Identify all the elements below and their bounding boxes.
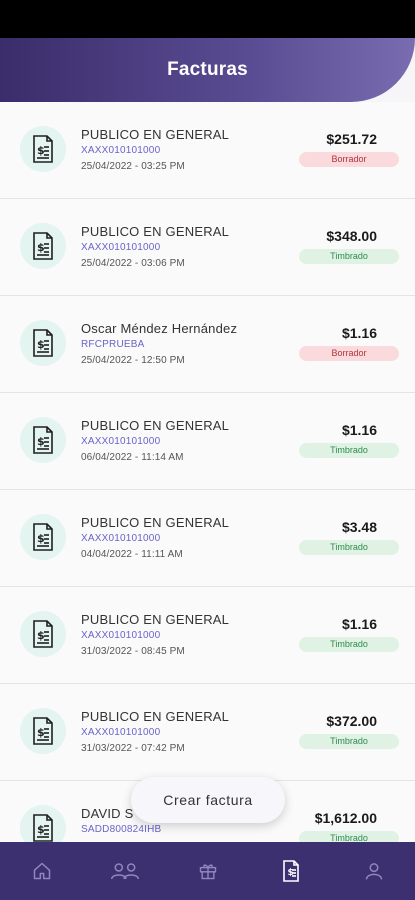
invoice-amount: $1.16 [341, 325, 377, 341]
client-rfc: XAXX010101000 [81, 630, 161, 641]
client-rfc: XAXX010101000 [81, 533, 161, 544]
invoice-date: 25/04/2022 - 03:25 PM [81, 161, 185, 172]
invoice-document-icon: $ [20, 611, 66, 657]
invoice-date: 06/04/2022 - 11:14 AM [81, 452, 184, 463]
nav-item-profile[interactable] [344, 842, 404, 900]
invoice-row[interactable]: $ PUBLICO EN GENERAL XAXX010101000 31/03… [0, 684, 415, 781]
status-bar [0, 0, 415, 38]
invoice-amount: $3.48 [341, 519, 377, 535]
invoice-row[interactable]: $ PUBLICO EN GENERAL XAXX010101000 25/04… [0, 199, 415, 296]
invoice-document-icon: $ [20, 320, 66, 366]
nav-item-home[interactable] [12, 842, 72, 900]
status-badge: Borrador [299, 152, 399, 167]
gift-icon [199, 864, 216, 880]
client-name: PUBLICO EN GENERAL [81, 515, 230, 530]
client-name: DAVID S [81, 806, 134, 821]
invoice-amount: $1.16 [341, 422, 377, 438]
svg-text:$: $ [37, 823, 45, 836]
client-rfc: XAXX010101000 [81, 436, 161, 447]
invoice-document-icon: $ [20, 223, 66, 269]
status-badge: Timbrado [299, 249, 399, 264]
invoice-icon: $ [282, 860, 299, 882]
invoice-amount: $251.72 [326, 131, 377, 147]
svg-text:$: $ [37, 338, 45, 351]
invoice-date: 04/04/2022 - 11:11 AM [81, 549, 183, 560]
client-rfc: SADD800824IHB [81, 824, 162, 835]
bottom-nav: $ [0, 842, 415, 900]
svg-text:$: $ [37, 532, 45, 545]
invoice-date: 31/03/2022 - 07:42 PM [81, 743, 185, 754]
status-badge: Timbrado [299, 734, 399, 749]
invoice-row[interactable]: $ PUBLICO EN GENERAL XAXX010101000 04/04… [0, 490, 415, 587]
invoice-document-icon: $ [20, 126, 66, 172]
invoice-amount: $1,612.00 [314, 810, 377, 826]
nav-item-invoices[interactable]: $ [261, 842, 321, 900]
invoice-date: 31/03/2022 - 08:45 PM [81, 646, 185, 657]
client-rfc: XAXX010101000 [81, 145, 161, 156]
status-badge: Timbrado [299, 637, 399, 652]
client-rfc: RFCPRUEBA [81, 339, 145, 350]
status-badge: Timbrado [299, 443, 399, 458]
invoice-amount: $372.00 [326, 713, 377, 729]
nav-item-clients[interactable] [95, 842, 155, 900]
svg-text:$: $ [37, 629, 45, 642]
invoice-amount: $1.16 [341, 616, 377, 632]
invoice-row[interactable]: $ Oscar Méndez Hernández RFCPRUEBA 25/04… [0, 296, 415, 393]
client-name: PUBLICO EN GENERAL [81, 127, 230, 142]
client-rfc: XAXX010101000 [81, 242, 161, 253]
invoice-row[interactable]: $ PUBLICO EN GENERAL XAXX010101000 06/04… [0, 393, 415, 490]
invoice-row[interactable]: $ PUBLICO EN GENERAL XAXX010101000 25/04… [0, 102, 415, 199]
create-invoice-button[interactable]: Crear factura [131, 777, 285, 823]
svg-text:$: $ [37, 726, 45, 739]
client-name: PUBLICO EN GENERAL [81, 224, 230, 239]
client-name: PUBLICO EN GENERAL [81, 709, 230, 724]
invoice-document-icon: $ [20, 708, 66, 754]
page-title: Facturas [167, 59, 248, 80]
svg-text:$: $ [37, 241, 45, 254]
client-name: PUBLICO EN GENERAL [81, 612, 230, 627]
invoice-date: 25/04/2022 - 12:50 PM [81, 355, 185, 366]
invoice-list[interactable]: $ PUBLICO EN GENERAL XAXX010101000 25/04… [0, 102, 415, 842]
invoice-document-icon: $ [20, 417, 66, 463]
home-icon [33, 862, 50, 880]
users-icon [110, 863, 139, 880]
status-badge: Borrador [299, 346, 399, 361]
status-badge: Timbrado [299, 831, 399, 842]
invoice-row[interactable]: $ PUBLICO EN GENERAL XAXX010101000 31/03… [0, 587, 415, 684]
svg-text:$: $ [37, 144, 45, 157]
status-badge: Timbrado [299, 540, 399, 555]
client-name: PUBLICO EN GENERAL [81, 418, 230, 433]
invoice-amount: $348.00 [326, 228, 377, 244]
client-name: Oscar Méndez Hernández [81, 321, 238, 336]
person-icon [365, 863, 382, 880]
app-header: Facturas [0, 38, 415, 102]
svg-text:$: $ [37, 435, 45, 448]
invoice-date: 25/04/2022 - 03:06 PM [81, 258, 185, 269]
client-rfc: XAXX010101000 [81, 727, 161, 738]
invoice-document-icon: $ [20, 514, 66, 560]
nav-item-products[interactable] [178, 842, 238, 900]
invoice-document-icon: $ [20, 805, 66, 842]
